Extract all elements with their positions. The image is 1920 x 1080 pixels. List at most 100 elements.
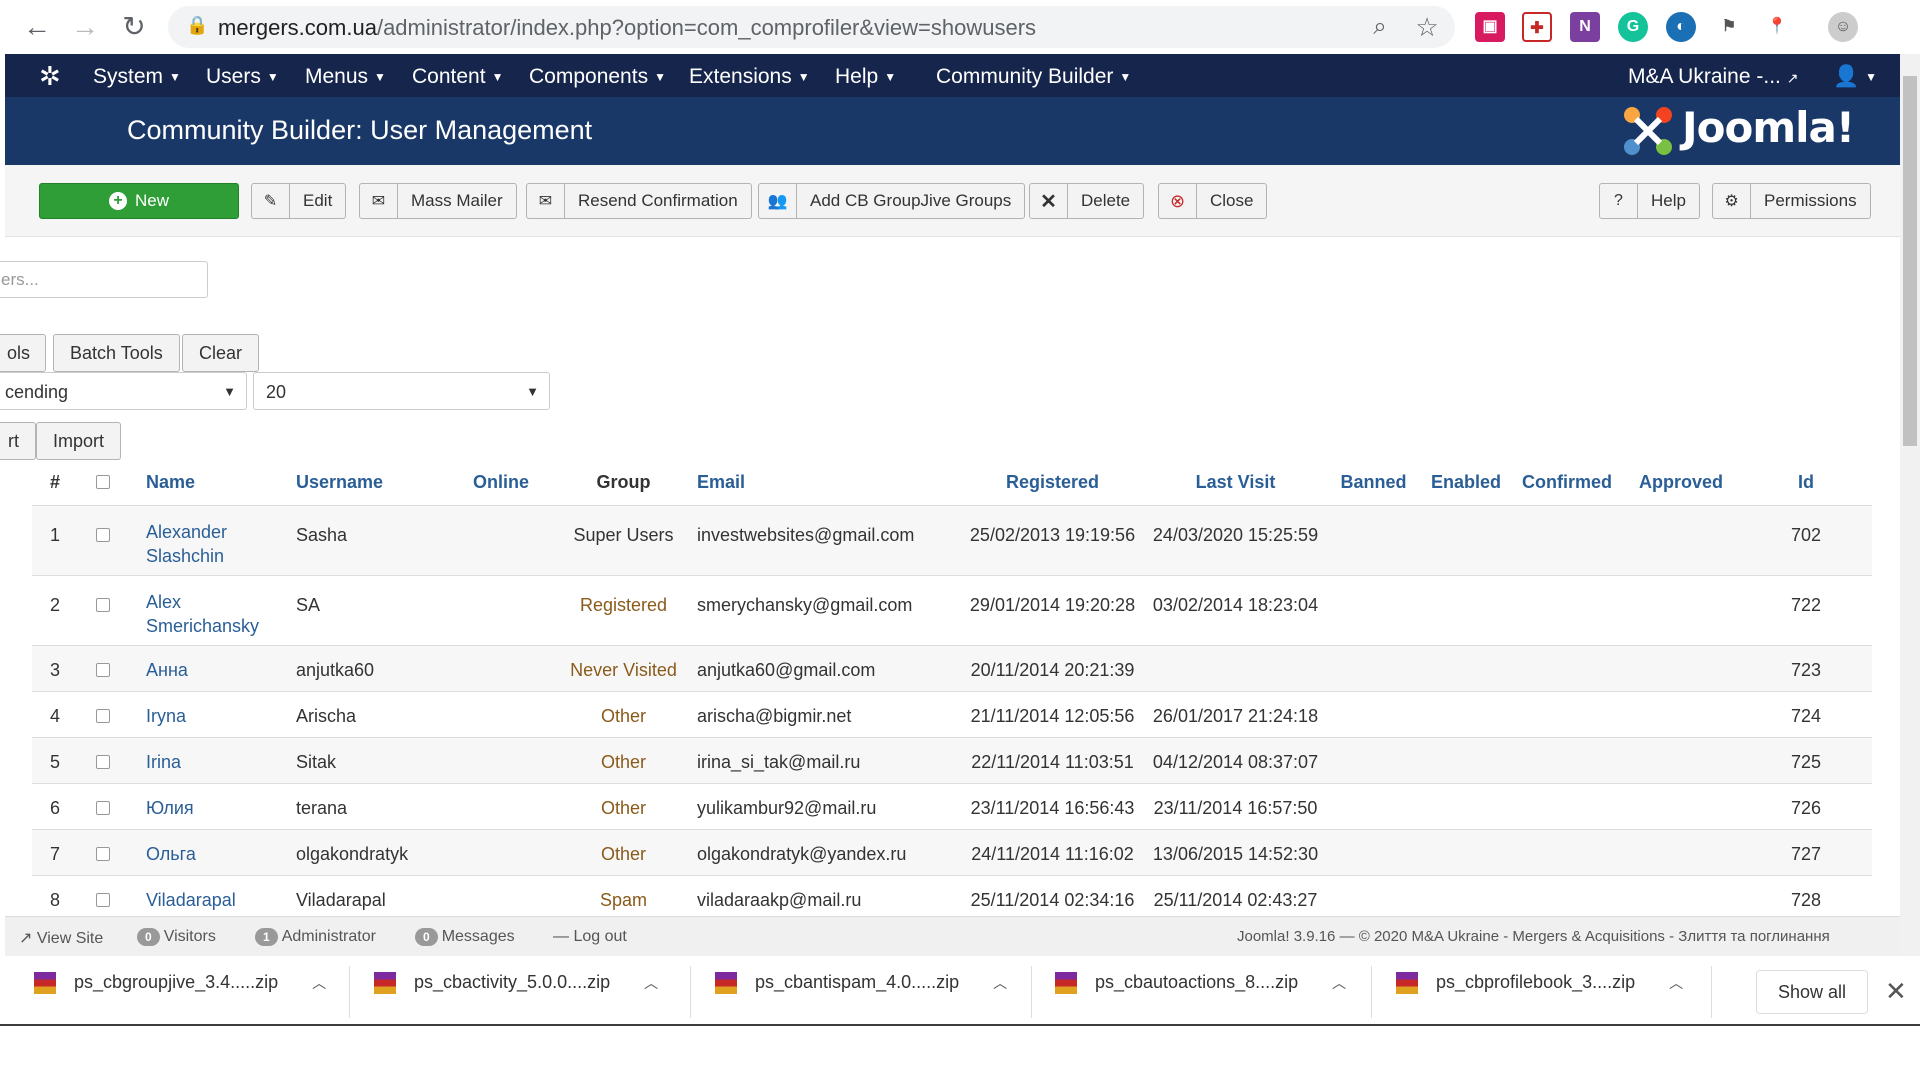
user-name-link[interactable]: Юлия	[146, 783, 296, 830]
chevron-up-icon[interactable]: ︿	[644, 973, 658, 993]
user-name-link[interactable]: Alex Smerichansky	[146, 575, 296, 646]
import-button[interactable]: Import	[36, 422, 122, 460]
extension-cross-icon[interactable]: ✚	[1522, 12, 1552, 42]
menu-users[interactable]: Users ▼	[206, 65, 279, 89]
download-item[interactable]: ps_cbgroupjive_3.4.....zip ︿	[34, 972, 326, 1012]
row-checkbox[interactable]	[96, 597, 110, 612]
enabled-cell	[1420, 645, 1512, 692]
users-table: # Name Username Online Group Email Regis…	[32, 461, 1872, 922]
caret-down-icon: ▼	[266, 70, 279, 85]
user-name-link[interactable]: Ольга	[146, 829, 296, 876]
row-checkbox[interactable]	[96, 527, 110, 542]
gear-icon: ⚙	[1713, 184, 1751, 218]
user-name-link[interactable]: Viladarapal	[146, 875, 296, 922]
user-name-link[interactable]: Irina	[146, 737, 296, 784]
edit-button[interactable]: ✎ Edit	[251, 183, 347, 219]
user-menu[interactable]: 👤 ▼	[1833, 65, 1877, 89]
export-button[interactable]: rt	[0, 422, 36, 460]
extension-circle-icon[interactable]: ◐	[1666, 12, 1696, 42]
batch-tools-button[interactable]: Batch Tools	[53, 334, 180, 372]
reload-icon[interactable]: ↻	[117, 10, 151, 44]
bookmark-star-icon[interactable]: ☆	[1410, 10, 1444, 44]
back-icon[interactable]: ←	[20, 10, 54, 44]
menu-help[interactable]: Help ▼	[835, 65, 896, 89]
last-visit-cell: 04/12/2014 08:37:07	[1144, 737, 1327, 784]
user-name-link[interactable]: Iryna	[146, 691, 296, 738]
menu-menus[interactable]: Menus ▼	[305, 65, 386, 89]
menu-components[interactable]: Components ▼	[529, 65, 666, 89]
resend-confirmation-button[interactable]: ✉ Resend Confirmation	[526, 183, 752, 219]
extension-basket-icon[interactable]: ▣	[1475, 12, 1505, 42]
row-checkbox[interactable]	[96, 800, 110, 815]
col-last-visit[interactable]: Last Visit	[1144, 461, 1327, 506]
messages-status[interactable]: 0 Messages	[415, 928, 515, 946]
col-id[interactable]: Id	[1740, 461, 1872, 506]
download-item[interactable]: ps_cbautoactions_8....zip ︿	[1055, 972, 1346, 1012]
row-checkbox[interactable]	[96, 754, 110, 769]
user-name-link[interactable]: Анна	[146, 645, 296, 692]
banned-cell	[1327, 645, 1420, 692]
close-icon[interactable]: ✕	[1885, 976, 1907, 1007]
select-all-checkbox[interactable]	[96, 474, 110, 489]
help-button[interactable]: ? Help	[1599, 183, 1700, 219]
last-visit-cell: 26/01/2017 21:24:18	[1144, 691, 1327, 738]
menu-system[interactable]: System ▼	[93, 65, 181, 89]
col-approved[interactable]: Approved	[1622, 461, 1740, 506]
zoom-icon[interactable]: ⌕	[1363, 10, 1397, 44]
col-online[interactable]: Online	[446, 461, 556, 506]
download-divider	[690, 966, 691, 1018]
online-cell	[446, 575, 556, 646]
clear-button[interactable]: Clear	[182, 334, 260, 372]
chevron-up-icon[interactable]: ︿	[993, 973, 1007, 993]
enabled-cell	[1420, 875, 1512, 922]
url-text[interactable]: mergers.com.ua/administrator/index.php?o…	[218, 15, 1036, 41]
show-all-button[interactable]: Show all	[1756, 970, 1868, 1014]
view-site-link[interactable]: ↗ View Site	[19, 928, 103, 948]
ordering-select[interactable]: cending ▼	[0, 372, 247, 410]
mass-mailer-button[interactable]: ✉ Mass Mailer	[359, 183, 517, 219]
download-item[interactable]: ps_cbprofilebook_3....zip ︿	[1396, 972, 1683, 1012]
col-registered[interactable]: Registered	[961, 461, 1144, 506]
add-groups-button[interactable]: 👥 Add CB GroupJive Groups	[758, 183, 1026, 219]
extension-flag-icon[interactable]: ⚑	[1714, 12, 1744, 42]
row-checkbox[interactable]	[96, 708, 110, 723]
administrator-status[interactable]: 1 Administrator	[255, 928, 376, 946]
page-scrollbar[interactable]	[1900, 54, 1920, 956]
joomla-icon[interactable]: ✲	[39, 61, 61, 92]
search-tools-button[interactable]: ols	[0, 334, 46, 372]
row-checkbox[interactable]	[96, 846, 110, 861]
site-link[interactable]: M&A Ukraine -... ↗	[1628, 65, 1798, 89]
menu-community-builder[interactable]: Community Builder ▼	[936, 65, 1131, 89]
new-button[interactable]: + New	[39, 183, 239, 219]
col-banned[interactable]: Banned	[1327, 461, 1420, 506]
menu-content[interactable]: Content ▼	[412, 65, 503, 89]
map-pin-icon[interactable]: 📍	[1762, 12, 1792, 42]
profile-avatar[interactable]: ☺	[1828, 12, 1858, 42]
col-email[interactable]: Email	[691, 461, 961, 506]
user-name-link[interactable]: Alexander Slashchin	[146, 505, 296, 576]
search-input[interactable]: ers...	[0, 261, 208, 298]
onenote-icon[interactable]: N	[1570, 12, 1600, 42]
list-limit-select[interactable]: 20 ▼	[253, 372, 550, 410]
col-name[interactable]: Name	[146, 461, 296, 506]
col-confirmed[interactable]: Confirmed	[1512, 461, 1622, 506]
download-item[interactable]: ps_cbactivity_5.0.0....zip ︿	[374, 972, 658, 1012]
delete-button[interactable]: ✕ Delete	[1029, 183, 1145, 219]
visitors-status[interactable]: 0 Visitors	[137, 928, 216, 946]
confirmed-cell	[1512, 875, 1622, 922]
chevron-up-icon[interactable]: ︿	[1332, 973, 1346, 993]
close-button[interactable]: ⊗ Close	[1158, 183, 1268, 219]
download-item[interactable]: ps_cbantispam_4.0.....zip ︿	[715, 972, 1007, 1012]
chevron-up-icon[interactable]: ︿	[1669, 973, 1683, 993]
col-enabled[interactable]: Enabled	[1420, 461, 1512, 506]
chevron-up-icon[interactable]: ︿	[312, 973, 326, 993]
forward-icon[interactable]: →	[68, 10, 102, 44]
grammarly-icon[interactable]: G	[1618, 12, 1648, 42]
menu-extensions[interactable]: Extensions ▼	[689, 65, 810, 89]
row-checkbox[interactable]	[96, 662, 110, 677]
col-username[interactable]: Username	[296, 461, 446, 506]
scrollbar-thumb[interactable]	[1903, 76, 1917, 446]
logout-link[interactable]: — Log out	[553, 928, 627, 946]
permissions-button[interactable]: ⚙ Permissions	[1712, 183, 1871, 219]
row-checkbox[interactable]	[96, 892, 110, 907]
